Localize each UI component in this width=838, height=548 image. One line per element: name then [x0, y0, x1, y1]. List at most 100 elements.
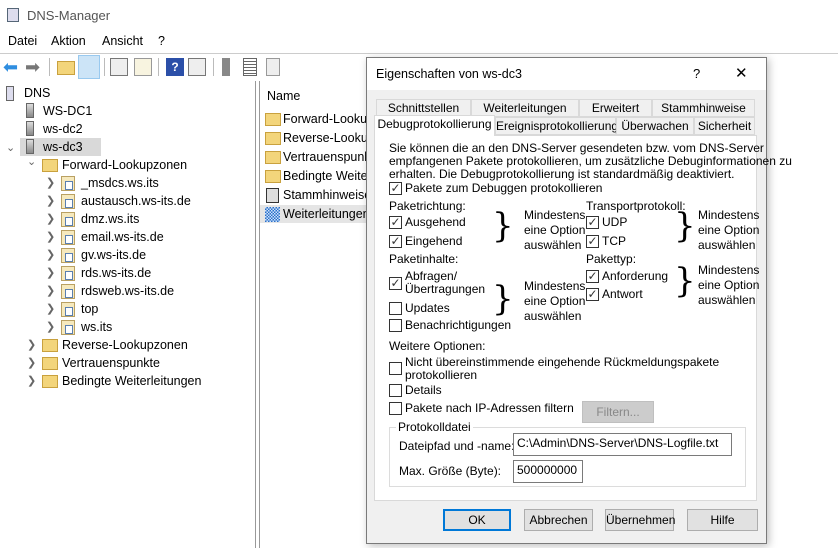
help-icon[interactable]: ? [166, 58, 184, 76]
list-item[interactable]: Reverse-Lookup [260, 129, 380, 147]
properties-dialog: Eigenschaften von ws-dc3 ? ✕ Schnittstel… [366, 57, 792, 544]
tree-item-zone[interactable]: ❯ dmz.ws.its [0, 210, 250, 228]
tab-debugprotokollierung[interactable]: Debugprotokollierung [374, 115, 495, 136]
unmatched-checkbox[interactable] [389, 362, 402, 375]
tab-sicherheit[interactable]: Sicherheit [694, 117, 755, 135]
tree-item-zone[interactable]: ❯ austausch.ws-its.de [0, 192, 250, 210]
ok-button[interactable]: OK [443, 509, 511, 531]
up-folder-icon[interactable] [57, 61, 75, 75]
menu-datei[interactable]: Datei [8, 34, 37, 48]
chevron-right-icon[interactable]: ❯ [27, 372, 36, 390]
filter-button[interactable]: Filtern... [582, 401, 654, 423]
list-item[interactable]: Weiterleitungen [260, 205, 380, 223]
tree-item-trust-points[interactable]: ❯ Vertrauenspunkte [0, 354, 250, 372]
chevron-right-icon[interactable]: ❯ [46, 246, 55, 264]
queries-checkbox[interactable]: ✓ [389, 277, 402, 290]
tree-item-zone[interactable]: ❯ top [0, 300, 250, 318]
list-item[interactable]: Bedingte Weiter [260, 167, 380, 185]
tree-item-zone[interactable]: ❯ _msdcs.ws.its [0, 174, 250, 192]
at-least-one-note: Mindestens eine Option auswählen [524, 208, 586, 252]
response-label: Antwort [602, 287, 643, 301]
log-packets-checkbox[interactable]: ✓ [389, 182, 402, 195]
tree-item-zone[interactable]: ❯ rdsweb.ws-its.de [0, 282, 250, 300]
folder-icon [265, 113, 281, 126]
tree-item-conditional-forwarders[interactable]: ❯ Bedingte Weiterleitungen [0, 372, 250, 390]
chevron-right-icon[interactable]: ❯ [46, 210, 55, 228]
list-item-label: Weiterleitungen [283, 207, 370, 221]
logfile-group-label: Protokolldatei [396, 420, 473, 434]
notifications-checkbox[interactable] [389, 319, 402, 332]
tree-label: ws.its [81, 320, 113, 334]
description-line: erhalten. Die Debugprotokollierung ist s… [389, 167, 735, 181]
size-label: Max. Größe (Byte): [399, 464, 502, 478]
dialog-close-button[interactable]: ✕ [735, 64, 748, 82]
chevron-down-icon[interactable]: ⌄ [6, 141, 15, 154]
chevron-right-icon[interactable]: ❯ [46, 192, 55, 210]
details-checkbox[interactable] [389, 384, 402, 397]
updates-checkbox[interactable] [389, 302, 402, 315]
tree-item-forward-zones[interactable]: ⌄ Forward-Lookupzonen [0, 156, 250, 174]
tree-item-dns[interactable]: DNS [4, 84, 204, 102]
dialog-help-button[interactable]: ? [693, 66, 700, 81]
chevron-right-icon[interactable]: ❯ [46, 318, 55, 336]
udp-label: UDP [602, 215, 628, 229]
chevron-right-icon[interactable]: ❯ [46, 228, 55, 246]
tree-item-zone[interactable]: ❯ ws.its [0, 318, 250, 336]
tcp-checkbox[interactable]: ✓ [586, 235, 599, 248]
tree-label: WS-DC1 [43, 104, 93, 118]
at-least-one-note: Mindestens eine Option auswählen [698, 263, 760, 307]
menu-aktion[interactable]: Aktion [51, 34, 86, 48]
show-action-pane-icon[interactable] [188, 58, 206, 76]
chevron-right-icon[interactable]: ❯ [46, 264, 55, 282]
tab-stammhinweise[interactable]: Stammhinweise [652, 99, 755, 117]
show-hide-tree-icon[interactable] [78, 55, 100, 79]
tree-item-server[interactable]: ws-dc2 [4, 120, 204, 138]
tab-ereignisprotokollierung[interactable]: Ereignisprotokollierung [495, 117, 618, 135]
tree-item-zone[interactable]: ❯ gv.ws-its.de [0, 246, 250, 264]
menu-ansicht[interactable]: Ansicht [102, 34, 143, 48]
outgoing-checkbox[interactable]: ✓ [389, 216, 402, 229]
list-item[interactable]: Forward-Lookup [260, 110, 380, 128]
brace: } [674, 206, 696, 246]
incoming-checkbox[interactable]: ✓ [389, 235, 402, 248]
filter-ip-checkbox[interactable] [389, 402, 402, 415]
cancel-button[interactable]: Abbrechen [524, 509, 593, 531]
properties-icon[interactable] [110, 58, 128, 76]
dialog-title-bar: Eigenschaften von ws-dc3 ? ✕ [367, 58, 766, 90]
request-checkbox[interactable]: ✓ [586, 270, 599, 283]
back-arrow-icon[interactable]: ⬅ [3, 58, 21, 76]
tree-item-zone[interactable]: ❯ email.ws-its.de [0, 228, 250, 246]
size-input[interactable]: 500000000 [513, 460, 583, 483]
copy-icon[interactable] [266, 58, 280, 76]
tab-erweitert[interactable]: Erweitert [579, 99, 652, 117]
chevron-down-icon[interactable]: ⌄ [27, 153, 36, 171]
toolbar-separator [49, 58, 50, 76]
forward-arrow-icon[interactable]: ➡ [25, 58, 43, 76]
tab-ueberwachen[interactable]: Überwachen [616, 117, 694, 135]
packet-type-label: Pakettyp: [586, 252, 637, 266]
tree-item-reverse-zones[interactable]: ❯ Reverse-Lookupzonen [0, 336, 250, 354]
chevron-right-icon[interactable]: ❯ [46, 300, 55, 318]
apply-button[interactable]: Übernehmen [605, 509, 675, 531]
chevron-right-icon[interactable]: ❯ [27, 336, 36, 354]
list-icon[interactable] [243, 58, 257, 76]
chevron-right-icon[interactable]: ❯ [27, 354, 36, 372]
server-icon[interactable] [222, 58, 230, 76]
menu-help[interactable]: ? [158, 34, 165, 48]
list-item[interactable]: Vertrauenspunkt [260, 148, 380, 166]
chevron-right-icon[interactable]: ❯ [46, 282, 55, 300]
chevron-right-icon[interactable]: ❯ [46, 174, 55, 192]
column-header-name[interactable]: Name [267, 89, 300, 103]
list-item[interactable]: Stammhinweise [260, 186, 380, 204]
help-button[interactable]: Hilfe [687, 509, 758, 531]
udp-checkbox[interactable]: ✓ [586, 216, 599, 229]
tree-pane: DNS WS-DC1 ws-dc2 ws-dc3 ⌄ ⌄ Forward-Look… [0, 81, 256, 548]
list-item-label: Stammhinweise [283, 188, 372, 202]
response-checkbox[interactable]: ✓ [586, 288, 599, 301]
tree-item-server[interactable]: WS-DC1 [4, 102, 204, 120]
path-input[interactable]: C:\Admin\DNS-Server\DNS-Logfile.txt [513, 433, 732, 456]
dns-app-icon [7, 8, 19, 22]
tree-item-zone[interactable]: ❯ rds.ws-its.de [0, 264, 250, 282]
folder-icon [265, 170, 281, 183]
export-list-icon[interactable] [134, 58, 152, 76]
